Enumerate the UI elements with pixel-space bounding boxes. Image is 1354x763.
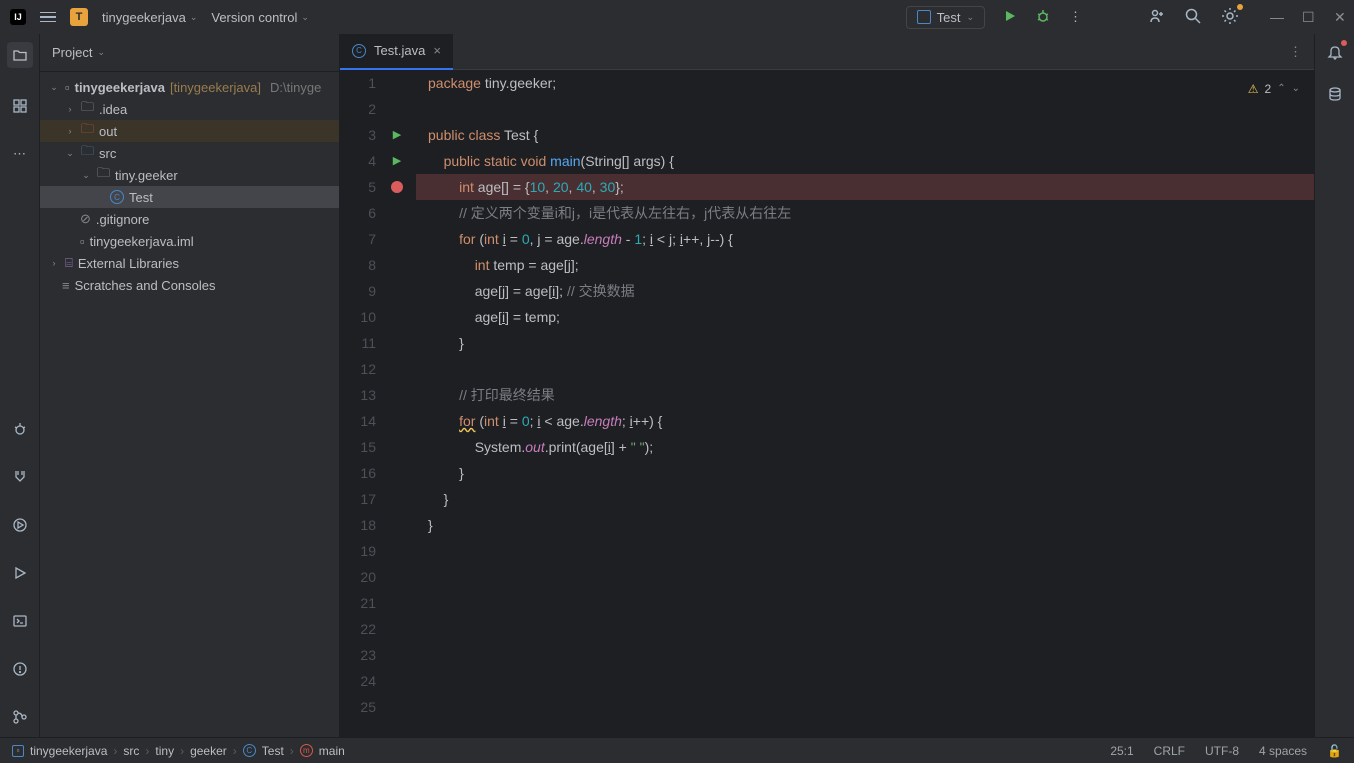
chevron-down-icon[interactable]: ⌄: [80, 170, 92, 181]
maximize-button[interactable]: ☐: [1302, 12, 1312, 22]
library-icon: ⌸: [65, 255, 73, 271]
vcs-tool-icon[interactable]: [10, 707, 30, 727]
encoding[interactable]: UTF-8: [1205, 744, 1239, 758]
left-toolwindow-strip: ⋯: [0, 34, 40, 737]
chevron-down-icon[interactable]: ⌄: [48, 82, 60, 93]
file-icon: ▫: [80, 234, 85, 249]
gutter[interactable]: 1 2 3▶ 4▶ 5 6 7 8 9 10 11 12 13 14 15 16…: [340, 70, 416, 737]
project-tree: ⌄ ▫ tinygeekerjava [tinygeekerjava] D:\t…: [40, 72, 339, 737]
run-tool-icon[interactable]: [10, 563, 30, 583]
chevron-down-icon[interactable]: ⌄: [64, 148, 76, 159]
tree-gitignore[interactable]: ⊘ .gitignore: [40, 208, 339, 230]
gitignore-icon: ⊘: [80, 211, 91, 227]
structure-tool-icon[interactable]: [10, 96, 30, 116]
chevron-right-icon[interactable]: ›: [64, 126, 76, 136]
problems-tool-icon[interactable]: [10, 659, 30, 679]
chevron-right-icon[interactable]: ›: [64, 104, 76, 114]
hamburger-icon[interactable]: [40, 12, 56, 23]
run-config-icon: [917, 10, 931, 24]
more-actions-button[interactable]: ⋮: [1069, 9, 1082, 25]
indent[interactable]: 4 spaces: [1259, 744, 1307, 758]
project-tool-icon[interactable]: [7, 42, 33, 68]
class-icon: C: [243, 744, 256, 757]
tab-label: Test.java: [374, 43, 425, 58]
minimize-button[interactable]: —: [1270, 12, 1280, 22]
chevron-down-icon: ⌄: [97, 47, 105, 58]
run-config-selector[interactable]: Test ⌄: [906, 6, 985, 29]
line-separator[interactable]: CRLF: [1154, 744, 1185, 758]
right-toolwindow-strip: [1314, 34, 1354, 737]
terminal-tool-icon[interactable]: [10, 611, 30, 631]
editor-area: C Test.java × ⋮ ⚠ 2 ⌃ ⌄ 1 2 3▶ 4▶ 5 6 7 …: [340, 34, 1314, 737]
project-sidebar: Project⌄ ⌄ ▫ tinygeekerjava [tinygeekerj…: [40, 34, 340, 737]
run-gutter-icon[interactable]: ▶: [382, 122, 412, 148]
app-icon: IJ: [10, 9, 26, 25]
tab-more-icon[interactable]: ⋮: [1289, 44, 1314, 60]
debug-button[interactable]: [1035, 8, 1051, 27]
chevron-down-icon: ⌄: [966, 12, 974, 23]
vcs-widget[interactable]: Version control⌄: [211, 10, 309, 25]
class-icon: C: [110, 190, 124, 204]
settings-icon[interactable]: [1220, 6, 1240, 29]
tree-iml[interactable]: ▫ tinygeekerjava.iml: [40, 230, 339, 252]
scratch-icon: ≡: [62, 278, 70, 293]
sidebar-title[interactable]: Project⌄: [52, 45, 105, 60]
class-icon: C: [352, 44, 366, 58]
folder-icon: 🗀: [81, 98, 94, 120]
tree-src[interactable]: ⌄ 🗀 src: [40, 142, 339, 164]
tree-root[interactable]: ⌄ ▫ tinygeekerjava [tinygeekerjava] D:\t…: [40, 76, 339, 98]
module-icon: ▫: [12, 745, 24, 757]
module-icon: ▫: [65, 80, 70, 95]
code-with-me-icon[interactable]: [1148, 7, 1166, 28]
breakpoint-icon[interactable]: [391, 181, 403, 193]
titlebar: IJ T tinygeekerjava⌄ Version control⌄ Te…: [0, 0, 1354, 34]
statusbar: ▫ tinygeekerjava› src› tiny› geeker› C T…: [0, 737, 1354, 763]
search-icon[interactable]: [1184, 7, 1202, 28]
build-tool-icon[interactable]: [10, 467, 30, 487]
caret-position[interactable]: 25:1: [1110, 744, 1133, 758]
services-tool-icon[interactable]: [10, 515, 30, 535]
close-button[interactable]: ✕: [1334, 12, 1344, 22]
folder-icon: 🗀: [81, 142, 94, 164]
breadcrumb[interactable]: ▫ tinygeekerjava› src› tiny› geeker› C T…: [12, 744, 345, 758]
more-tool-icon[interactable]: ⋯: [10, 144, 30, 164]
editor-tab[interactable]: C Test.java ×: [340, 34, 453, 70]
folder-icon: 🗀: [81, 120, 94, 142]
close-icon[interactable]: ×: [433, 43, 441, 58]
tree-ext-lib[interactable]: › ⌸ External Libraries: [40, 252, 339, 274]
project-selector[interactable]: tinygeekerjava⌄: [102, 10, 197, 25]
run-button[interactable]: [1003, 9, 1017, 26]
tree-scratches[interactable]: ≡ Scratches and Consoles: [40, 274, 339, 296]
tree-class[interactable]: C Test: [40, 186, 339, 208]
editor-tabs: C Test.java × ⋮: [340, 34, 1314, 70]
notifications-icon[interactable]: [1325, 42, 1345, 62]
editor[interactable]: ⚠ 2 ⌃ ⌄ 1 2 3▶ 4▶ 5 6 7 8 9 10 11 12 13 …: [340, 70, 1314, 737]
database-icon[interactable]: [1325, 84, 1345, 104]
package-icon: 🗀: [97, 164, 110, 186]
chevron-down-icon: ⌄: [301, 12, 309, 23]
chevron-right-icon[interactable]: ›: [48, 258, 60, 268]
tree-package[interactable]: ⌄ 🗀 tiny.geeker: [40, 164, 339, 186]
tree-out[interactable]: › 🗀 out: [40, 120, 339, 142]
chevron-down-icon: ⌄: [190, 12, 198, 23]
readonly-icon[interactable]: 🔓: [1327, 744, 1342, 758]
tree-idea[interactable]: › 🗀 .idea: [40, 98, 339, 120]
project-badge: T: [70, 8, 88, 26]
debug-tool-icon[interactable]: [10, 419, 30, 439]
method-icon: m: [300, 744, 313, 757]
run-gutter-icon[interactable]: ▶: [382, 148, 412, 174]
